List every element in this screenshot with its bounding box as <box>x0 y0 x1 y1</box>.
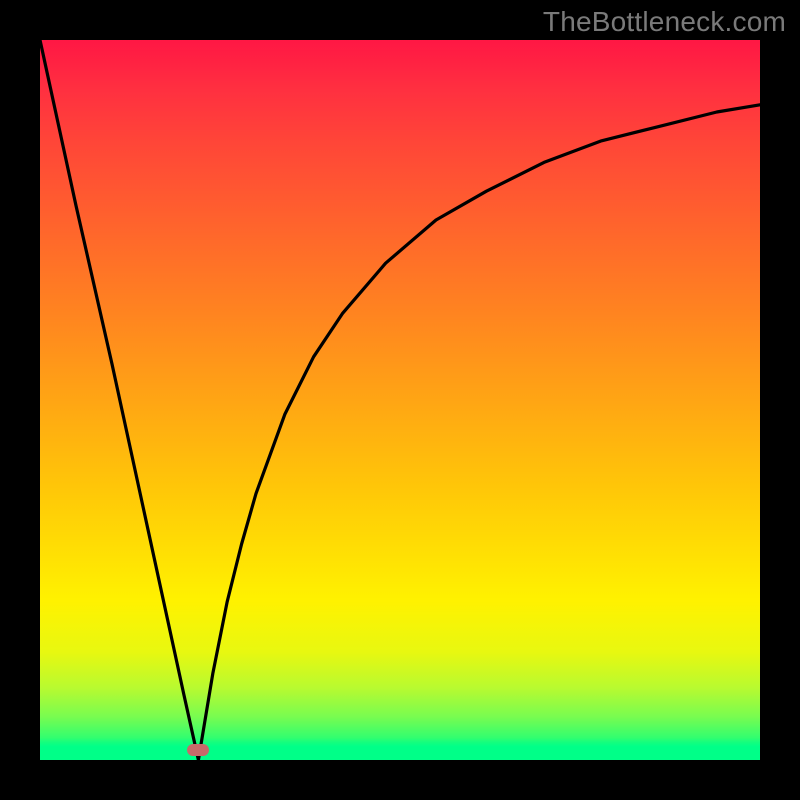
watermark-text: TheBottleneck.com <box>543 6 786 38</box>
plot-area <box>40 40 760 760</box>
bottleneck-curve <box>40 40 760 760</box>
chart-container: TheBottleneck.com <box>0 0 800 800</box>
curve-path <box>40 40 760 760</box>
dip-marker <box>187 744 209 756</box>
